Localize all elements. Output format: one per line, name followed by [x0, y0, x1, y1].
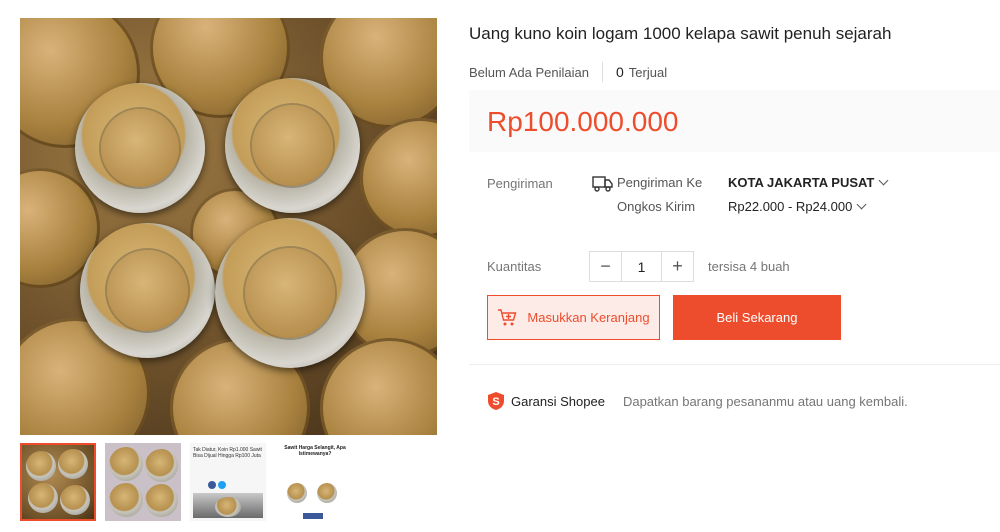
- ship-to-value: KOTA JAKARTA PUSAT: [728, 175, 875, 190]
- thumbnail-2[interactable]: [105, 443, 181, 521]
- thumbnail-3-photo: [193, 493, 263, 518]
- ship-cost-dropdown[interactable]: Rp22.000 - Rp24.000: [728, 199, 867, 214]
- share-icons: [303, 513, 323, 519]
- buy-now-button[interactable]: Beli Sekarang: [673, 295, 841, 340]
- ship-cost-label: Ongkos Kirim: [617, 199, 696, 214]
- coin-1000: [225, 78, 360, 213]
- thumbnail-3[interactable]: Tak Diatur, Koin Rp1.000 Sawit Bisa Diju…: [190, 443, 266, 521]
- quantity-label: Kuantitas: [487, 259, 542, 274]
- coin-1000: [215, 218, 365, 368]
- quantity-increase-button[interactable]: +: [662, 252, 693, 281]
- price: Rp100.000.000: [487, 106, 679, 137]
- shipping-label: Pengiriman: [487, 176, 553, 191]
- divider: [469, 364, 1000, 365]
- guarantee-label: Garansi Shopee: [511, 393, 605, 409]
- rating-text: Belum Ada Penilaian: [469, 64, 589, 80]
- product-title: Uang kuno koin logam 1000 kelapa sawit p…: [469, 24, 892, 43]
- sold-label: Terjual: [628, 64, 668, 80]
- thumbnail-1[interactable]: [20, 443, 96, 521]
- sold-count: 0: [615, 64, 624, 80]
- chevron-down-icon: [878, 175, 889, 186]
- meta-divider: [601, 62, 603, 82]
- product-meta: Belum Ada Penilaian 0 Terjual: [469, 62, 667, 82]
- stock-text: tersisa 4 buah: [708, 259, 790, 274]
- quantity-stepper: − 1 +: [589, 251, 694, 282]
- ship-to-location[interactable]: KOTA JAKARTA PUSAT: [728, 175, 889, 190]
- shield-icon: S: [488, 392, 504, 410]
- thumbnail-4[interactable]: Sawit Harga Selangit, Apa Istimewanya?: [275, 443, 351, 521]
- guarantee-description: Dapatkan barang pesananmu atau uang kemb…: [622, 393, 908, 409]
- coin-1000: [75, 83, 205, 213]
- thumbnail-3-title: Tak Diatur, Koin Rp1.000 Sawit Bisa Diju…: [193, 447, 262, 459]
- coin-1000: [80, 223, 215, 358]
- add-to-cart-button[interactable]: Masukkan Keranjang: [487, 295, 660, 340]
- price-box: Rp100.000.000: [469, 90, 1000, 152]
- ship-cost-value: Rp22.000 - Rp24.000: [728, 199, 853, 214]
- svg-text:S: S: [492, 396, 499, 408]
- cart-icon: [498, 308, 517, 325]
- thumbnail-4-title: Sawit Harga Selangit, Apa Istimewanya?: [284, 445, 346, 457]
- guarantee-row[interactable]: S Garansi Shopee Dapatkan barang pesanan…: [487, 391, 908, 411]
- quantity-input[interactable]: 1: [621, 252, 662, 281]
- quantity-decrease-button[interactable]: −: [590, 252, 621, 281]
- facebook-icon: [208, 481, 216, 489]
- ship-to-label: Pengiriman Ke: [617, 175, 703, 190]
- coin: [320, 338, 437, 435]
- truck-icon: [592, 176, 613, 192]
- chevron-down-icon: [856, 199, 867, 210]
- add-to-cart-label: Masukkan Keranjang: [527, 310, 650, 325]
- coin: [360, 118, 437, 238]
- twitter-icon: [218, 481, 226, 489]
- main-product-image[interactable]: [20, 18, 437, 435]
